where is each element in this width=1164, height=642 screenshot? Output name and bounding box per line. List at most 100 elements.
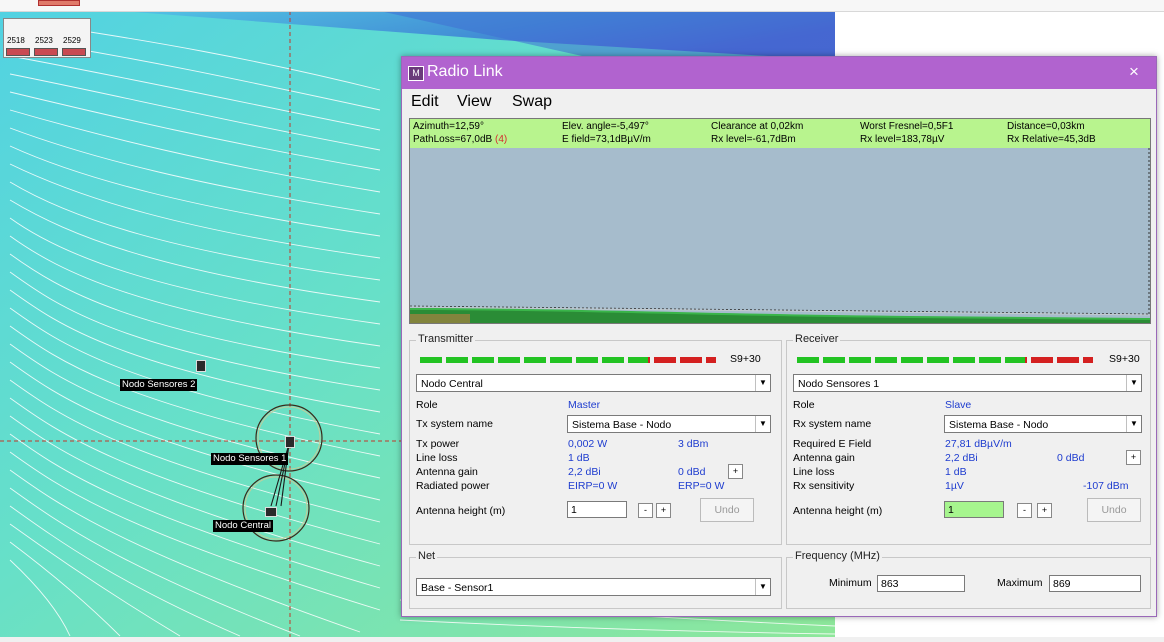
menu-edit[interactable]: Edit: [411, 93, 439, 111]
net-title: Net: [416, 550, 438, 562]
clearance: Clearance at 0,02km: [711, 121, 804, 132]
tx-height-label: Antenna height (m): [416, 505, 506, 517]
app-icon: M: [408, 66, 424, 81]
tx-gain-label: Antenna gain: [416, 466, 478, 478]
menu-view[interactable]: View: [457, 93, 491, 111]
rx-height-input[interactable]: 1: [944, 501, 1004, 518]
menu-swap[interactable]: Swap: [512, 93, 552, 111]
radio-link-dialog: M Radio Link × Edit View Swap Azimuth=12…: [401, 56, 1157, 617]
profile-plot[interactable]: [409, 148, 1151, 324]
chevron-down-icon[interactable]: ▼: [1126, 375, 1141, 391]
rx-gain-label: Antenna gain: [793, 452, 855, 464]
frequency-title: Frequency (MHz): [793, 550, 882, 562]
e-field: E field=73,1dBµV/m: [562, 134, 651, 145]
tx-role-value: Master: [568, 399, 601, 411]
rx-system-value: Sistema Base - Nodo: [949, 419, 1049, 431]
tx-height-input[interactable]: 1: [567, 501, 627, 518]
transmitter-title: Transmitter: [416, 333, 476, 345]
elevation-angle: Elev. angle=-5,497°: [562, 121, 649, 132]
rx-signal-meter: [797, 357, 1093, 363]
tx-gain-plus-button[interactable]: +: [728, 464, 743, 479]
receiver-panel: Receiver S9+30 Nodo Sensores 1 ▼ Role Sla…: [786, 333, 1151, 545]
tx-height-minus-button[interactable]: -: [638, 503, 653, 518]
tx-signal-meter: [420, 357, 716, 363]
close-icon[interactable]: ×: [1129, 62, 1139, 82]
legend-label: 2523: [35, 36, 53, 45]
path-loss-value: PathLoss=67,0dB: [413, 134, 493, 145]
tx-node-select[interactable]: Nodo Central ▼: [416, 374, 771, 392]
azimuth: Azimuth=12,59°: [413, 121, 484, 132]
frequency-min-label: Minimum: [829, 577, 872, 589]
rx-node-value: Nodo Sensores 1: [798, 378, 880, 390]
rx-signal-label: S9+30: [1109, 353, 1140, 365]
dialog-title: Radio Link: [427, 63, 503, 80]
legend-swatch: [62, 48, 86, 56]
tx-radiated-label: Radiated power: [416, 480, 490, 492]
tx-gain-dbd: 0 dBd: [678, 466, 706, 478]
tx-erp: ERP=0 W: [678, 480, 725, 492]
toolbar-marker: [38, 0, 80, 6]
tx-role-label: Role: [416, 399, 438, 411]
tx-power-label: Tx power: [416, 438, 460, 450]
tx-gain-dbi: 2,2 dBi: [568, 466, 601, 478]
tx-system-label: Tx system name: [416, 418, 494, 430]
tx-line-loss-value: 1 dB: [568, 452, 590, 464]
tx-system-select[interactable]: Sistema Base - Nodo ▼: [567, 415, 771, 433]
rx-sensitivity-uv: 1µV: [945, 480, 964, 492]
chevron-down-icon[interactable]: ▼: [755, 416, 770, 432]
rx-gain-plus-button[interactable]: +: [1126, 450, 1141, 465]
chevron-down-icon[interactable]: ▼: [755, 375, 770, 391]
frequency-panel: Frequency (MHz) Minimum 863 Maximum 869: [786, 550, 1151, 609]
receiver-title: Receiver: [793, 333, 841, 345]
rx-sensitivity-dbm: -107 dBm: [1083, 480, 1129, 492]
tx-node-value: Nodo Central: [421, 378, 483, 390]
legend-label: 2529: [63, 36, 81, 45]
rx-field-value: 27,81 dBµV/m: [945, 438, 1012, 450]
chevron-down-icon[interactable]: ▼: [755, 579, 770, 595]
rx-line-loss-label: Line loss: [793, 466, 835, 478]
net-value: Base - Sensor1: [421, 582, 494, 594]
chevron-down-icon[interactable]: ▼: [1126, 416, 1141, 432]
rx-height-minus-button[interactable]: -: [1017, 503, 1032, 518]
rx-sensitivity-label: Rx sensitivity: [793, 480, 855, 492]
legend-label: 2518: [7, 36, 25, 45]
frequency-max-input[interactable]: 869: [1049, 575, 1141, 592]
elevation-legend: 2518 2523 2529: [3, 18, 91, 58]
link-info-bar: Azimuth=12,59° Elev. angle=-5,497° Clear…: [409, 118, 1151, 150]
tx-undo-button[interactable]: Undo: [700, 498, 754, 522]
rx-height-label: Antenna height (m): [793, 505, 883, 517]
net-panel: Net Base - Sensor1 ▼: [409, 550, 782, 609]
rx-height-plus-button[interactable]: +: [1037, 503, 1052, 518]
node-icon-sensores1[interactable]: [285, 436, 295, 448]
rx-node-select[interactable]: Nodo Sensores 1 ▼: [793, 374, 1142, 392]
terrain-profile: [409, 148, 1151, 323]
tx-power-w: 0,002 W: [568, 438, 608, 450]
node-icon-sensores2[interactable]: [196, 360, 206, 372]
transmitter-panel: Transmitter S9+30 Nodo Central ▼ Role Mas…: [409, 333, 782, 545]
frequency-max-label: Maximum: [997, 577, 1043, 589]
rx-relative: Rx Relative=45,3dB: [1007, 134, 1096, 145]
node-label-sensores1[interactable]: Nodo Sensores 1: [211, 453, 289, 465]
rx-line-loss-value: 1 dB: [945, 466, 967, 478]
frequency-min-input[interactable]: 863: [877, 575, 965, 592]
rx-system-label: Rx system name: [793, 418, 872, 430]
node-icon-central[interactable]: [265, 507, 277, 517]
legend-swatch: [34, 48, 58, 56]
rx-field-label: Required E Field: [793, 438, 872, 450]
dialog-title-bar[interactable]: M Radio Link ×: [402, 57, 1156, 89]
distance: Distance=0,03km: [1007, 121, 1085, 132]
rx-undo-button[interactable]: Undo: [1087, 498, 1141, 522]
net-select[interactable]: Base - Sensor1 ▼: [416, 578, 771, 596]
tx-signal-label: S9+30: [730, 353, 761, 365]
node-label-sensores2[interactable]: Nodo Sensores 2: [120, 379, 198, 391]
menu-bar: Edit View Swap: [402, 89, 1156, 115]
rx-role-value: Slave: [945, 399, 972, 411]
path-loss-code: (4): [495, 134, 508, 145]
path-loss: PathLoss=67,0dB (4): [413, 134, 507, 145]
node-label-central[interactable]: Nodo Central: [213, 520, 273, 532]
rx-system-select[interactable]: Sistema Base - Nodo ▼: [944, 415, 1142, 433]
tx-power-dbm: 3 dBm: [678, 438, 709, 450]
tx-height-plus-button[interactable]: +: [656, 503, 671, 518]
tx-system-value: Sistema Base - Nodo: [572, 419, 672, 431]
rx-role-label: Role: [793, 399, 815, 411]
